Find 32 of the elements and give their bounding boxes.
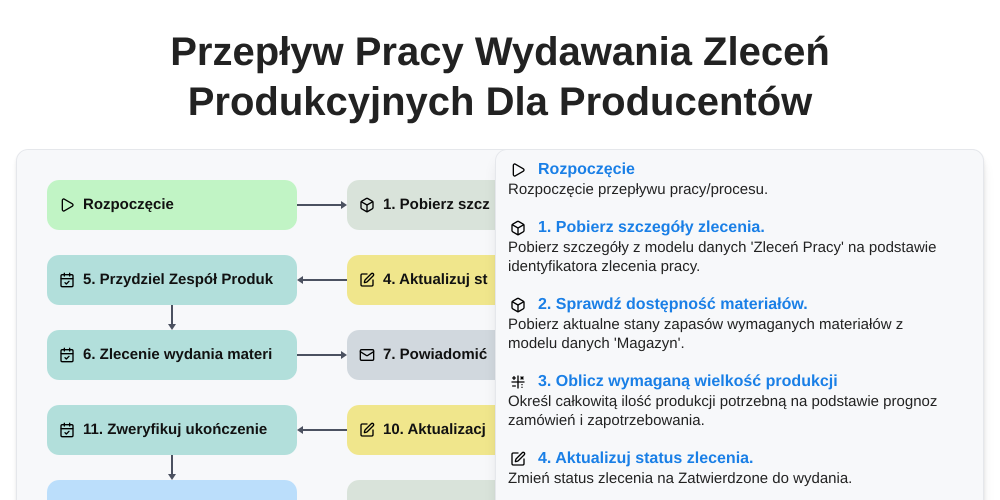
step-title: 2. Sprawdź dostępność materiałów.	[538, 295, 808, 315]
edit-icon	[359, 422, 375, 438]
step-description: Pobierz szczegóły z modelu danych 'Zleceń Pracy' na podstawie identyfikatora zlecenia pracy.	[508, 238, 938, 276]
step-title: 4. Aktualizuj status zlecenia.	[538, 449, 754, 469]
mail-icon	[359, 347, 375, 363]
calendar-check-icon	[59, 347, 75, 363]
step-description: Rozpoczęcie przepływu pracy/procesu.	[508, 180, 770, 199]
cube-icon	[510, 220, 526, 236]
edit-icon	[510, 451, 526, 467]
page-title: Przepływ Pracy Wydawania Zleceń Produkcyjnych Dla Producentów	[169, 29, 831, 126]
play-icon	[510, 162, 526, 178]
flow-node[interactable]: 6. Zlecenie wydania materi	[47, 330, 297, 380]
step-title: Rozpoczęcie	[538, 160, 635, 180]
calendar-check-icon	[59, 272, 75, 288]
step-description: Zmień status zlecenia na Zatwierdzone do wydania.	[508, 469, 854, 488]
math-symbols-icon	[510, 374, 526, 390]
flow-node[interactable]: 7. Powiadomić	[347, 330, 495, 380]
cube-icon	[510, 297, 526, 313]
flow-node[interactable]: 1. Pobierz szcz	[347, 180, 495, 230]
edit-icon	[359, 272, 375, 288]
play-icon	[59, 197, 75, 213]
flow-node[interactable]: Rozpoczęcie	[47, 180, 297, 230]
step-title: 1. Pobierz szczegóły zlecenia.	[538, 218, 765, 238]
step-description: Pobierz aktualne stany zapasów wymaganych materiałów z modelu danych 'Magazyn'.	[508, 315, 904, 353]
flow-node[interactable]: 10. Aktualizacj	[347, 405, 495, 455]
cube-icon	[359, 197, 375, 213]
step-description: Określ całkowitą ilość produkcji potrzebną na podstawie prognoz zamówień i zapotrzebowania.	[508, 392, 938, 430]
flow-node[interactable]: 5. Przydziel Zespół Produk	[47, 255, 297, 305]
step-title: 3. Oblicz wymaganą wielkość produkcji	[538, 372, 838, 392]
flow-node[interactable]: 11. Zweryfikuj ukończenie	[47, 405, 297, 455]
flow-node[interactable]: 4. Aktualizuj st	[347, 255, 495, 305]
calendar-check-icon	[59, 422, 75, 438]
